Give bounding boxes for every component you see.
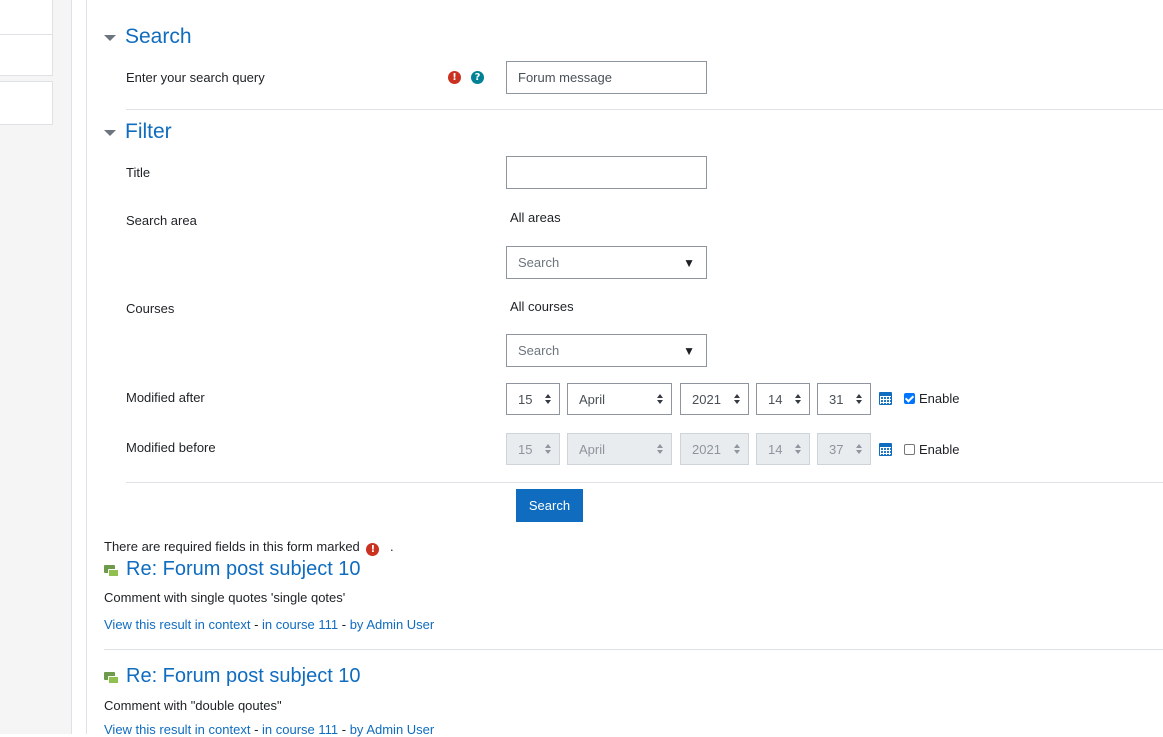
courses-label: Courses: [126, 301, 175, 316]
modified-before-month-value: April: [579, 441, 606, 457]
modified-before-year-value: 2021: [692, 441, 721, 457]
required-note-text: There are required fields in this form m…: [104, 539, 360, 554]
result-title[interactable]: Re: Forum post subject 10: [126, 665, 361, 688]
required-note-suffix: .: [390, 539, 394, 554]
modified-after-month-value: April: [579, 391, 606, 407]
modified-before-hour-value: 14: [768, 441, 783, 457]
courses-selected: All courses: [510, 299, 574, 314]
modified-after-hour-value: 14: [768, 391, 783, 407]
link-separator: -: [250, 617, 263, 632]
user-link[interactable]: by Admin User: [350, 617, 435, 632]
drawer-nav-item[interactable]: [0, 34, 53, 76]
calendar-icon[interactable]: [879, 443, 892, 456]
required-fields-note: There are required fields in this form m…: [104, 539, 394, 556]
calendar-icon[interactable]: [879, 392, 892, 405]
modified-after-year-select[interactable]: 2021: [680, 383, 749, 415]
modified-after-minute-select[interactable]: 31: [817, 383, 871, 415]
select-arrows-icon: [657, 394, 663, 404]
collapse-triangle-icon: [104, 130, 116, 136]
course-link[interactable]: in course 111: [262, 722, 338, 737]
filter-section-title: Filter: [125, 120, 172, 143]
modified-before-enable-checkbox[interactable]: [904, 444, 915, 455]
view-in-context-link[interactable]: View this result in context: [104, 722, 250, 737]
modified-before-year-select[interactable]: 2021: [680, 433, 749, 465]
left-drawer: [0, 0, 72, 734]
modified-after-year-value: 2021: [692, 391, 721, 407]
select-arrows-icon: [545, 444, 551, 454]
course-link[interactable]: in course 111: [262, 617, 338, 632]
result-links: View this result in context - in course …: [104, 722, 434, 737]
drawer-nav-item[interactable]: [0, 81, 53, 125]
view-in-context-link[interactable]: View this result in context: [104, 617, 250, 632]
drawer-nav-item[interactable]: [0, 0, 53, 35]
form-divider: [126, 482, 1163, 483]
select-arrows-icon: [657, 444, 663, 454]
courses-autocomplete[interactable]: Search ▼: [506, 334, 707, 367]
result-content: Comment with "double qoutes": [104, 698, 282, 713]
modified-before-minute-value: 37: [829, 441, 844, 457]
help-icon[interactable]: ?: [471, 71, 484, 84]
result-links: View this result in context - in course …: [104, 617, 434, 632]
required-icon: !: [366, 543, 380, 556]
modified-after-hour-select[interactable]: 14: [756, 383, 810, 415]
search-area-selected: All areas: [510, 210, 561, 225]
search-area-autocomplete[interactable]: Search ▼: [506, 246, 707, 279]
select-arrows-icon: [734, 444, 740, 454]
content-divider: [86, 0, 87, 734]
modified-before-day-value: 15: [518, 441, 533, 457]
dropdown-arrow-icon[interactable]: ▼: [683, 256, 695, 270]
select-arrows-icon: [856, 444, 862, 454]
modified-before-month-select[interactable]: April: [567, 433, 672, 465]
user-link[interactable]: by Admin User: [350, 722, 435, 737]
search-submit-button[interactable]: Search: [516, 489, 583, 522]
result-divider: [104, 649, 1163, 650]
search-section-title: Search: [125, 25, 192, 48]
modified-after-day-value: 15: [518, 391, 533, 407]
section-divider: [126, 109, 1163, 110]
modified-after-label: Modified after: [126, 390, 205, 405]
modified-after-enable-label[interactable]: Enable: [919, 391, 959, 406]
link-separator: -: [338, 722, 350, 737]
modified-after-day-select[interactable]: 15: [506, 383, 560, 415]
link-separator: -: [338, 617, 350, 632]
courses-placeholder: Search: [518, 343, 560, 358]
modified-before-minute-select[interactable]: 37: [817, 433, 871, 465]
search-section-toggle[interactable]: Search: [104, 25, 192, 49]
modified-after-minute-value: 31: [829, 391, 844, 407]
link-separator: -: [250, 722, 263, 737]
modified-after-enable-checkbox[interactable]: [904, 393, 915, 404]
select-arrows-icon: [734, 394, 740, 404]
search-query-input[interactable]: Forum message: [506, 61, 707, 94]
dropdown-arrow-icon[interactable]: ▼: [683, 344, 695, 358]
search-query-value: Forum message: [518, 70, 612, 85]
modified-before-label: Modified before: [126, 440, 216, 455]
forum-icon: [104, 672, 119, 684]
select-arrows-icon: [795, 394, 801, 404]
required-icon: !: [448, 71, 461, 84]
title-input[interactable]: [506, 156, 707, 189]
select-arrows-icon: [795, 444, 801, 454]
select-arrows-icon: [545, 394, 551, 404]
filter-section-toggle[interactable]: Filter: [104, 120, 172, 144]
modified-before-enable-label[interactable]: Enable: [919, 442, 959, 457]
result-content: Comment with single quotes 'single qotes…: [104, 590, 346, 605]
modified-before-hour-select[interactable]: 14: [756, 433, 810, 465]
result-title[interactable]: Re: Forum post subject 10: [126, 558, 361, 581]
forum-icon: [104, 565, 119, 577]
title-label: Title: [126, 165, 151, 180]
collapse-triangle-icon: [104, 35, 116, 41]
search-area-label: Search area: [126, 213, 197, 228]
modified-before-day-select[interactable]: 15: [506, 433, 560, 465]
modified-after-month-select[interactable]: April: [567, 383, 672, 415]
search-area-placeholder: Search: [518, 255, 560, 270]
select-arrows-icon: [856, 394, 862, 404]
search-query-label: Enter your search query: [126, 70, 265, 85]
